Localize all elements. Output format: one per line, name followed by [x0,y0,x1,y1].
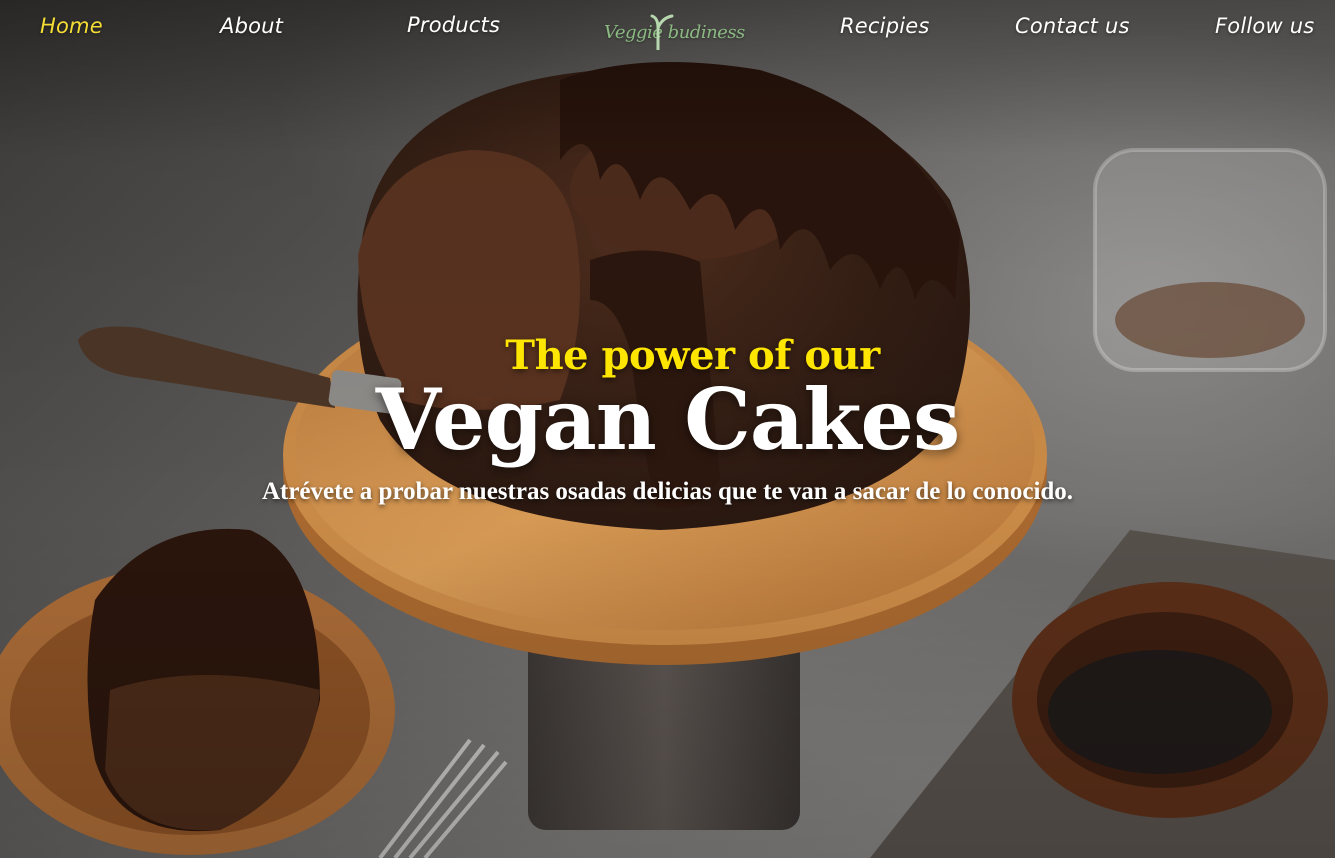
nav-link-contact[interactable]: Contact us [1015,14,1130,38]
top-navigation: Home About Products Veggie budiness Reci… [0,0,1335,58]
nav-link-home[interactable]: Home [40,14,103,38]
nav-link-about[interactable]: About [220,14,283,38]
hero-subtitle: Atrévete a probar nuestras osadas delici… [261,478,1074,505]
landing-page: Home About Products Veggie budiness Reci… [0,0,1335,858]
nav-link-follow[interactable]: Follow us [1215,14,1314,38]
hero-title: Vegan Cakes [375,370,961,469]
brand-logo[interactable]: Veggie budiness [604,14,745,50]
leaf-icon [650,14,674,50]
nav-link-recipes[interactable]: Recipies [840,14,930,38]
nav-link-products[interactable]: Products [407,13,500,37]
